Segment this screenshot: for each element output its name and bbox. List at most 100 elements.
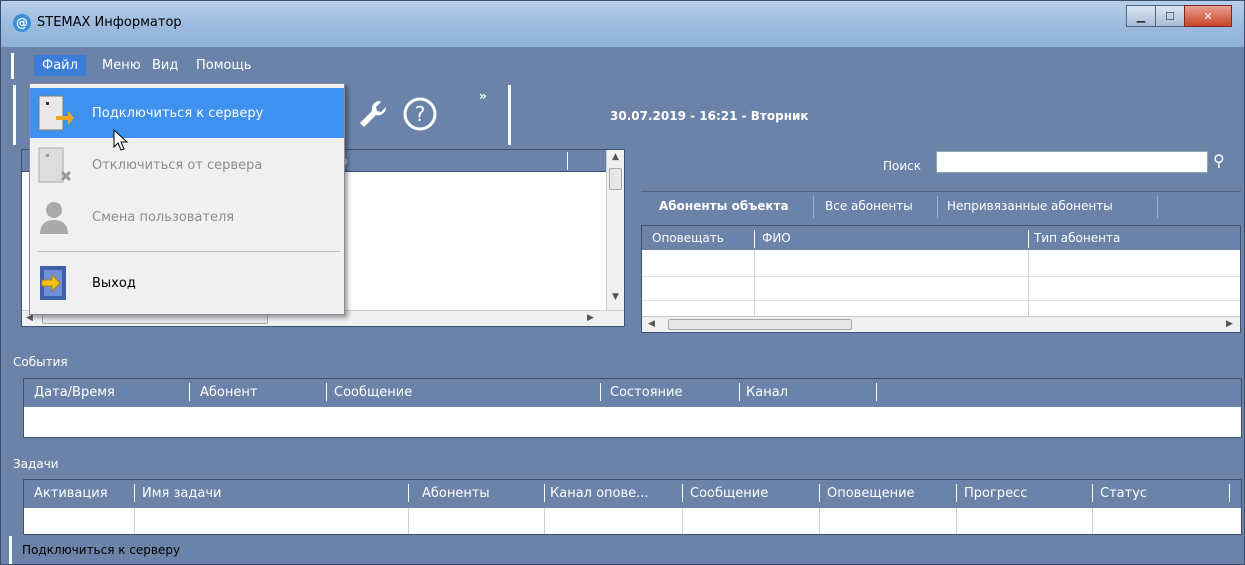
menu-item-label: Смена пользователя: [92, 210, 235, 225]
events-label: События: [13, 355, 68, 369]
menu-file[interactable]: Файл: [34, 55, 86, 76]
grid-line: [134, 508, 135, 534]
maximize-icon: ☐: [1165, 9, 1175, 23]
column-divider: [408, 484, 409, 502]
tab-object-subscribers[interactable]: Абоненты объекта: [659, 199, 789, 213]
status-text: Подключиться к серверу: [22, 543, 181, 557]
title-bar[interactable]: @ STEMAX Информатор ▁ ☐ ✕: [1, 1, 1244, 47]
subscribers-table: Оповещать ФИО Тип абонента ◀ ▶: [641, 225, 1241, 333]
column-header-fio[interactable]: ФИО: [762, 231, 791, 245]
menu-item-exit[interactable]: Выход: [30, 258, 344, 308]
tab-all-subscribers[interactable]: Все абоненты: [825, 199, 913, 213]
svg-text:?: ?: [415, 102, 426, 126]
column-header-task-name[interactable]: Имя задачи: [142, 486, 221, 501]
menu-item-connect-server[interactable]: Подключиться к серверу: [30, 88, 344, 138]
close-icon: ✕: [1203, 9, 1213, 23]
column-divider: [1229, 484, 1230, 502]
column-header-state[interactable]: Состояние: [610, 385, 682, 400]
scroll-up-icon[interactable]: ▲: [612, 152, 619, 162]
column-header-notify[interactable]: Оповещать: [652, 231, 724, 245]
tab-unlinked-subscribers[interactable]: Непривязанные абоненты: [947, 199, 1113, 213]
search-icon[interactable]: ⚲: [1213, 151, 1225, 170]
column-header-notification[interactable]: Оповещение: [827, 486, 915, 501]
column-divider: [819, 484, 820, 502]
grid-line: [956, 508, 957, 534]
column-divider: [754, 230, 755, 248]
close-button[interactable]: ✕: [1184, 5, 1232, 27]
grid-line: [408, 508, 409, 534]
grid-line: [819, 508, 820, 534]
events-grid: Дата/Время Абонент Сообщение Состояние К…: [23, 378, 1242, 438]
column-header-subscribers[interactable]: Абоненты: [422, 486, 490, 501]
tab-separator: [937, 196, 938, 218]
maximize-button[interactable]: ☐: [1155, 5, 1185, 27]
window-controls: ▁ ☐ ✕: [1126, 5, 1232, 27]
menu-item-change-user[interactable]: Смена пользователя: [30, 192, 344, 242]
objects-vertical-scrollbar[interactable]: ▲ ▼: [606, 150, 624, 310]
column-divider: [567, 152, 568, 170]
column-divider: [682, 484, 683, 502]
scroll-right-icon[interactable]: ▶: [587, 313, 594, 323]
scroll-left-icon[interactable]: ◀: [648, 319, 655, 329]
column-header-subscriber[interactable]: Абонент: [200, 385, 257, 400]
menu-menu[interactable]: Меню: [96, 57, 147, 74]
menu-help[interactable]: Помощь: [190, 57, 257, 74]
column-divider: [1092, 484, 1093, 502]
scroll-thumb[interactable]: [609, 168, 622, 190]
tab-separator: [1157, 196, 1158, 218]
column-divider: [600, 383, 601, 401]
menu-view[interactable]: Вид: [146, 57, 184, 74]
server-connect-icon: [36, 94, 74, 132]
column-divider: [876, 383, 877, 401]
mouse-cursor-icon: [113, 128, 129, 156]
help-icon[interactable]: ?: [401, 95, 439, 141]
column-header-subscriber-type[interactable]: Тип абонента: [1034, 231, 1120, 245]
current-datetime: 30.07.2019 - 16:21 - Вторник: [610, 109, 809, 123]
scroll-thumb[interactable]: [668, 319, 852, 330]
scroll-down-icon[interactable]: ▼: [612, 292, 619, 302]
column-header-progress[interactable]: Прогресс: [964, 486, 1027, 501]
tasks-grid-header: Активация Имя задачи Абоненты Канал опов…: [24, 480, 1241, 508]
window-title: STEMAX Информатор: [37, 15, 182, 30]
subscribers-horizontal-scrollbar[interactable]: ◀ ▶: [642, 316, 1240, 332]
at-icon: @: [13, 14, 31, 32]
column-header-message[interactable]: Сообщение: [334, 385, 412, 400]
exit-door-icon: [36, 264, 74, 302]
menu-item-label: Подключиться к серверу: [92, 106, 264, 121]
toolbar-overflow-button[interactable]: »: [479, 89, 487, 103]
grid-line: [642, 300, 1240, 301]
server-disconnect-icon: [36, 146, 74, 184]
column-divider: [189, 383, 190, 401]
status-bar: Подключиться к серверу: [9, 536, 1241, 564]
grid-line: [544, 508, 545, 534]
column-header-channel[interactable]: Канал: [746, 385, 788, 400]
grid-line: [754, 250, 755, 316]
column-header-datetime[interactable]: Дата/Время: [34, 385, 115, 400]
app-window: @ STEMAX Информатор ▁ ☐ ✕ Файл Меню Вид …: [0, 0, 1245, 565]
column-header-message[interactable]: Сообщение: [690, 486, 768, 501]
column-header-status[interactable]: Статус: [1100, 486, 1147, 501]
tasks-grid: Активация Имя задачи Абоненты Канал опов…: [23, 479, 1242, 535]
column-header-activation[interactable]: Активация: [34, 486, 108, 501]
tab-separator: [813, 196, 814, 218]
wrench-icon[interactable]: [356, 97, 390, 139]
menu-bar: Файл Меню Вид Помощь: [11, 53, 1239, 79]
tasks-label: Задачи: [13, 457, 59, 471]
grid-line: [682, 508, 683, 534]
menu-item-label: Выход: [92, 276, 136, 291]
column-divider: [134, 484, 135, 502]
menu-item-label: Отключиться от сервера: [92, 158, 263, 173]
menu-item-disconnect-server[interactable]: Отключиться от сервера: [30, 140, 344, 190]
column-divider: [739, 383, 740, 401]
events-grid-header: Дата/Время Абонент Сообщение Состояние К…: [24, 379, 1241, 407]
grid-line: [1092, 508, 1093, 534]
minimize-button[interactable]: ▁: [1126, 5, 1156, 27]
subscriber-tabs: Абоненты объекта Все абоненты Непривязан…: [641, 191, 1241, 221]
change-user-icon: [36, 198, 74, 236]
search-input[interactable]: [936, 151, 1208, 173]
grid-line: [1028, 250, 1029, 316]
column-divider: [956, 484, 957, 502]
column-header-notify-channel[interactable]: Канал опове...: [550, 486, 649, 501]
scroll-right-icon[interactable]: ▶: [1226, 319, 1233, 329]
column-divider: [544, 484, 545, 502]
